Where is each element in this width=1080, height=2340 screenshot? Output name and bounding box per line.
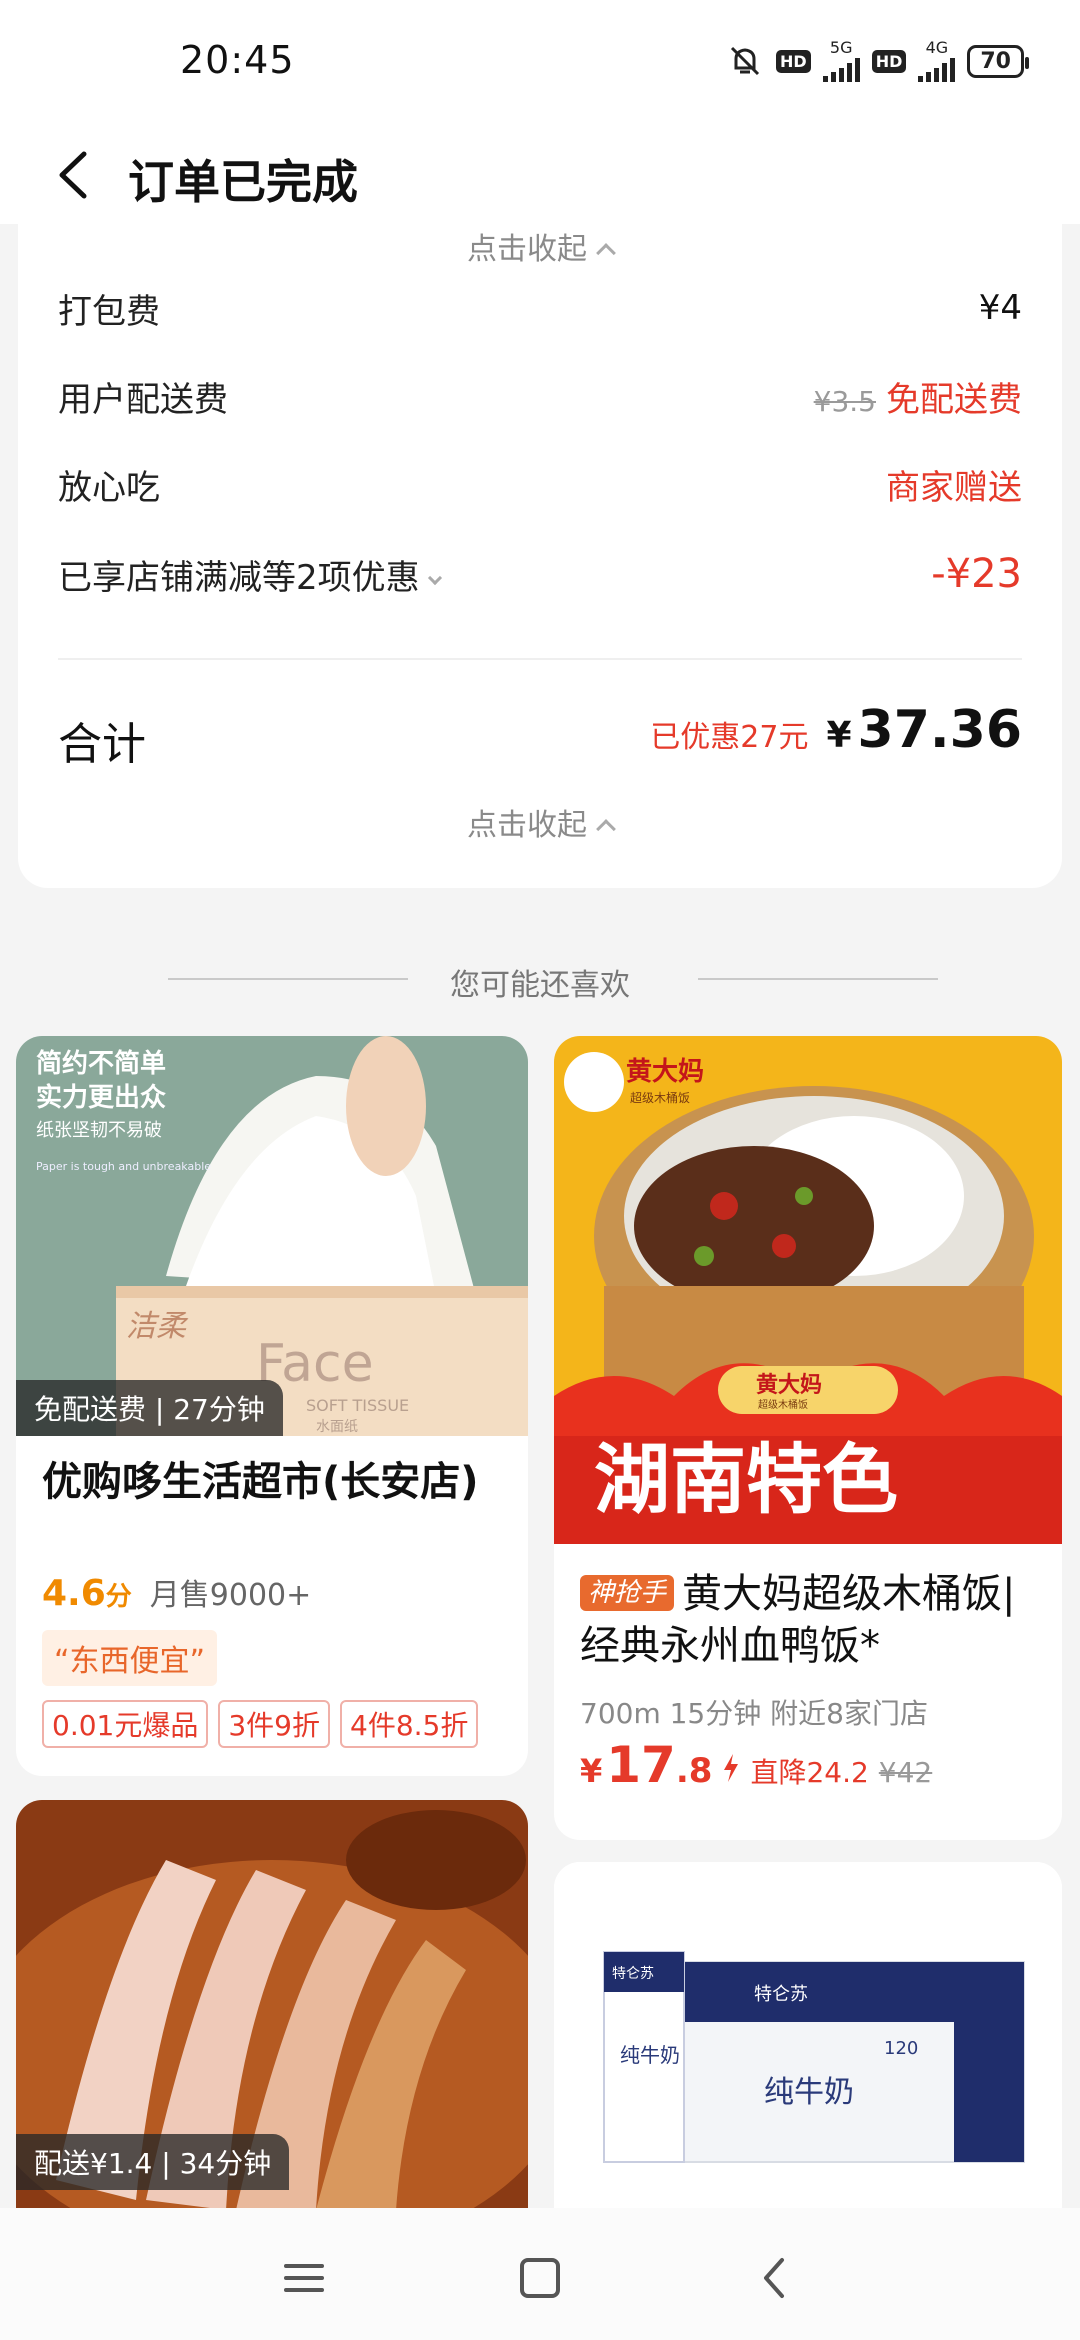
chevron-up-icon [596,818,616,839]
system-nav-bar [0,2208,1080,2340]
divider-right [698,978,938,980]
rice-sub: 超级木桶饭 [630,1090,690,1105]
collapse-bottom-label: 点击收起 [467,808,587,843]
battery-icon: 70 [967,44,1029,78]
lightning-icon [724,1754,739,1782]
hd-badge-1: HD [776,49,811,73]
total-summary: 已优惠27元 ¥37.36 [650,700,1022,760]
assured-row: 放心吃 商家赠送 [58,454,1022,514]
chevron-up-icon [596,242,616,263]
tissue-line-3: 纸张坚韧不易破 [36,1120,162,1141]
rice-badge: 黄大妈 [756,1373,822,1398]
divider [58,658,1022,660]
signal-4g-icon: 4G [918,38,956,82]
hd-badge-2: HD [871,49,907,73]
total-amount: ¥37.36 [826,700,1022,760]
tissue-soft: SOFT TISSUE [306,1396,409,1415]
current-price: ¥17.8 [580,1736,712,1794]
distance-info: 700m 15分钟 附近8家门店 [580,1697,928,1730]
tissue-line-4: Paper is tough and unbreakable [36,1160,211,1173]
box-count: 120 [884,2038,918,2059]
collapse-top-label: 点击收起 [467,232,587,267]
store-name: 优购哆生活超市(长安店) [42,1459,479,1505]
price-int: 17 [606,1736,676,1794]
status-icons: HD 5G HD 4G 70 [726,38,1029,82]
rice-bowl-image: 黄大妈 超级木桶饭 黄大妈 超级木桶饭 湖南特色 [554,1036,1062,1544]
total-value: 37.36 [857,700,1022,760]
rice-slogan: 湖南特色 [594,1435,898,1524]
delivery-tag: 配送¥1.4 | 34分钟 [16,2134,290,2190]
price-dec: .8 [675,1751,713,1791]
promo-tag: 4件8.5折 [340,1700,479,1748]
price-currency: ¥ [580,1752,603,1790]
discount-label: 已享店铺满减等2项优惠 [58,557,420,598]
delivery-fee-row: 用户配送费 ¥3.5 免配送费 [58,366,1022,426]
discount-row[interactable]: 已享店铺满减等2项优惠 -¥23 [58,544,1022,604]
tissue-brand: 洁柔 [126,1309,189,1344]
home-icon[interactable] [510,2248,570,2308]
tissue-product-image: 简约不简单 实力更出众 纸张坚韧不易破 Paper is tough and u… [16,1036,528,1436]
review-quote-tag: “东西便宜” [42,1630,218,1686]
score-value: 4.6 [42,1573,106,1614]
price-row: ¥17.8 直降24.2 ¥42 [580,1736,932,1794]
back-icon[interactable] [746,2248,806,2308]
product-card-supermarket[interactable]: 简约不简单 实力更出众 纸张坚韧不易破 Paper is tough and u… [16,1036,528,1776]
net-label-2: 4G [925,38,949,57]
fee-summary-card: 点击收起 打包费 ¥4 用户配送费 ¥3.5 免配送费 放心吃 商家赠送 已享店铺… [18,224,1062,888]
total-currency: ¥ [826,715,852,756]
promo-tag: 0.01元爆品 [42,1700,209,1748]
delivery-fee-label: 用户配送费 [58,379,228,420]
store-score: 4.6分 [42,1573,132,1614]
status-bar: 20:45 HD 5G HD 4G 70 [0,0,1080,124]
product-card-pork[interactable]: 配送¥1.4 | 34分钟 [16,1800,528,2220]
assured-value: 商家赠送 [886,467,1022,508]
discount-value: -¥23 [931,551,1022,597]
packing-fee-value: ¥4 [978,288,1022,328]
net-label-1: 5G [829,38,853,57]
milk-box-image: 特仑苏 纯牛奶 120 特仑苏 纯牛奶 [554,1862,1062,2222]
page-title: 订单已完成 [128,155,358,209]
total-label: 合计 [58,719,146,770]
product-card-milk[interactable]: 特仑苏 纯牛奶 120 特仑苏 纯牛奶 [554,1862,1062,2222]
original-price: ¥42 [878,1756,933,1789]
product-card-rice[interactable]: 黄大妈 超级木桶饭 黄大妈 超级木桶饭 湖南特色 神抢手 黄大妈超级木桶饭|经典永… [554,1036,1062,1840]
rice-brand: 黄大妈 [626,1057,704,1087]
promo-tag: 3件9折 [218,1700,330,1748]
assured-label: 放心吃 [58,467,160,508]
hot-deal-badge: 神抢手 [580,1575,675,1611]
tissue-line-1: 简约不简单 [36,1048,166,1079]
collapse-toggle-bottom[interactable]: 点击收起 [18,800,1062,844]
box-brand: 特仑苏 [754,1984,808,2005]
score-unit: 分 [105,1582,132,1612]
page-header: 订单已完成 [0,124,1080,224]
rice-badge-sub: 超级木桶饭 [758,1398,808,1411]
signal-5g-icon: 5G [822,38,860,82]
collapse-toggle-top[interactable]: 点击收起 [18,224,1062,268]
promo-tags: 0.01元爆品 3件9折 4件8.5折 [42,1700,479,1748]
tissue-line-2: 实力更出众 [36,1082,166,1113]
rice-name-line: 神抢手 黄大妈超级木桶饭|经典永州血鸭饭* [580,1568,1036,1672]
packing-fee-row: 打包费 ¥4 [58,278,1022,338]
status-time: 20:45 [180,38,295,82]
back-arrow-icon[interactable] [52,148,102,202]
delivery-fee-value: 免配送费 [886,379,1022,420]
mute-bell-icon [730,46,760,76]
rating-row: 4.6分 月售9000+ [42,1570,311,1614]
price-drop: 直降24.2 [750,1756,869,1789]
delivery-fee-original: ¥3.5 [813,384,876,418]
recommend-heading: 您可能还喜欢 [0,960,1080,1003]
packing-fee-label: 打包费 [58,291,160,332]
saved-amount: 已优惠27元 [650,720,809,755]
carton-brand: 特仑苏 [612,1966,654,1982]
delivery-tag: 免配送费 | 27分钟 [16,1380,283,1436]
chevron-down-icon [427,570,442,585]
menu-icon[interactable] [274,2248,334,2308]
monthly-sales: 月售9000+ [149,1578,312,1613]
tissue-cn: 水面纸 [316,1419,358,1435]
box-name: 纯牛奶 [764,2075,854,2110]
recommend-title: 您可能还喜欢 [450,968,630,1003]
carton-name: 纯牛奶 [620,2043,680,2067]
